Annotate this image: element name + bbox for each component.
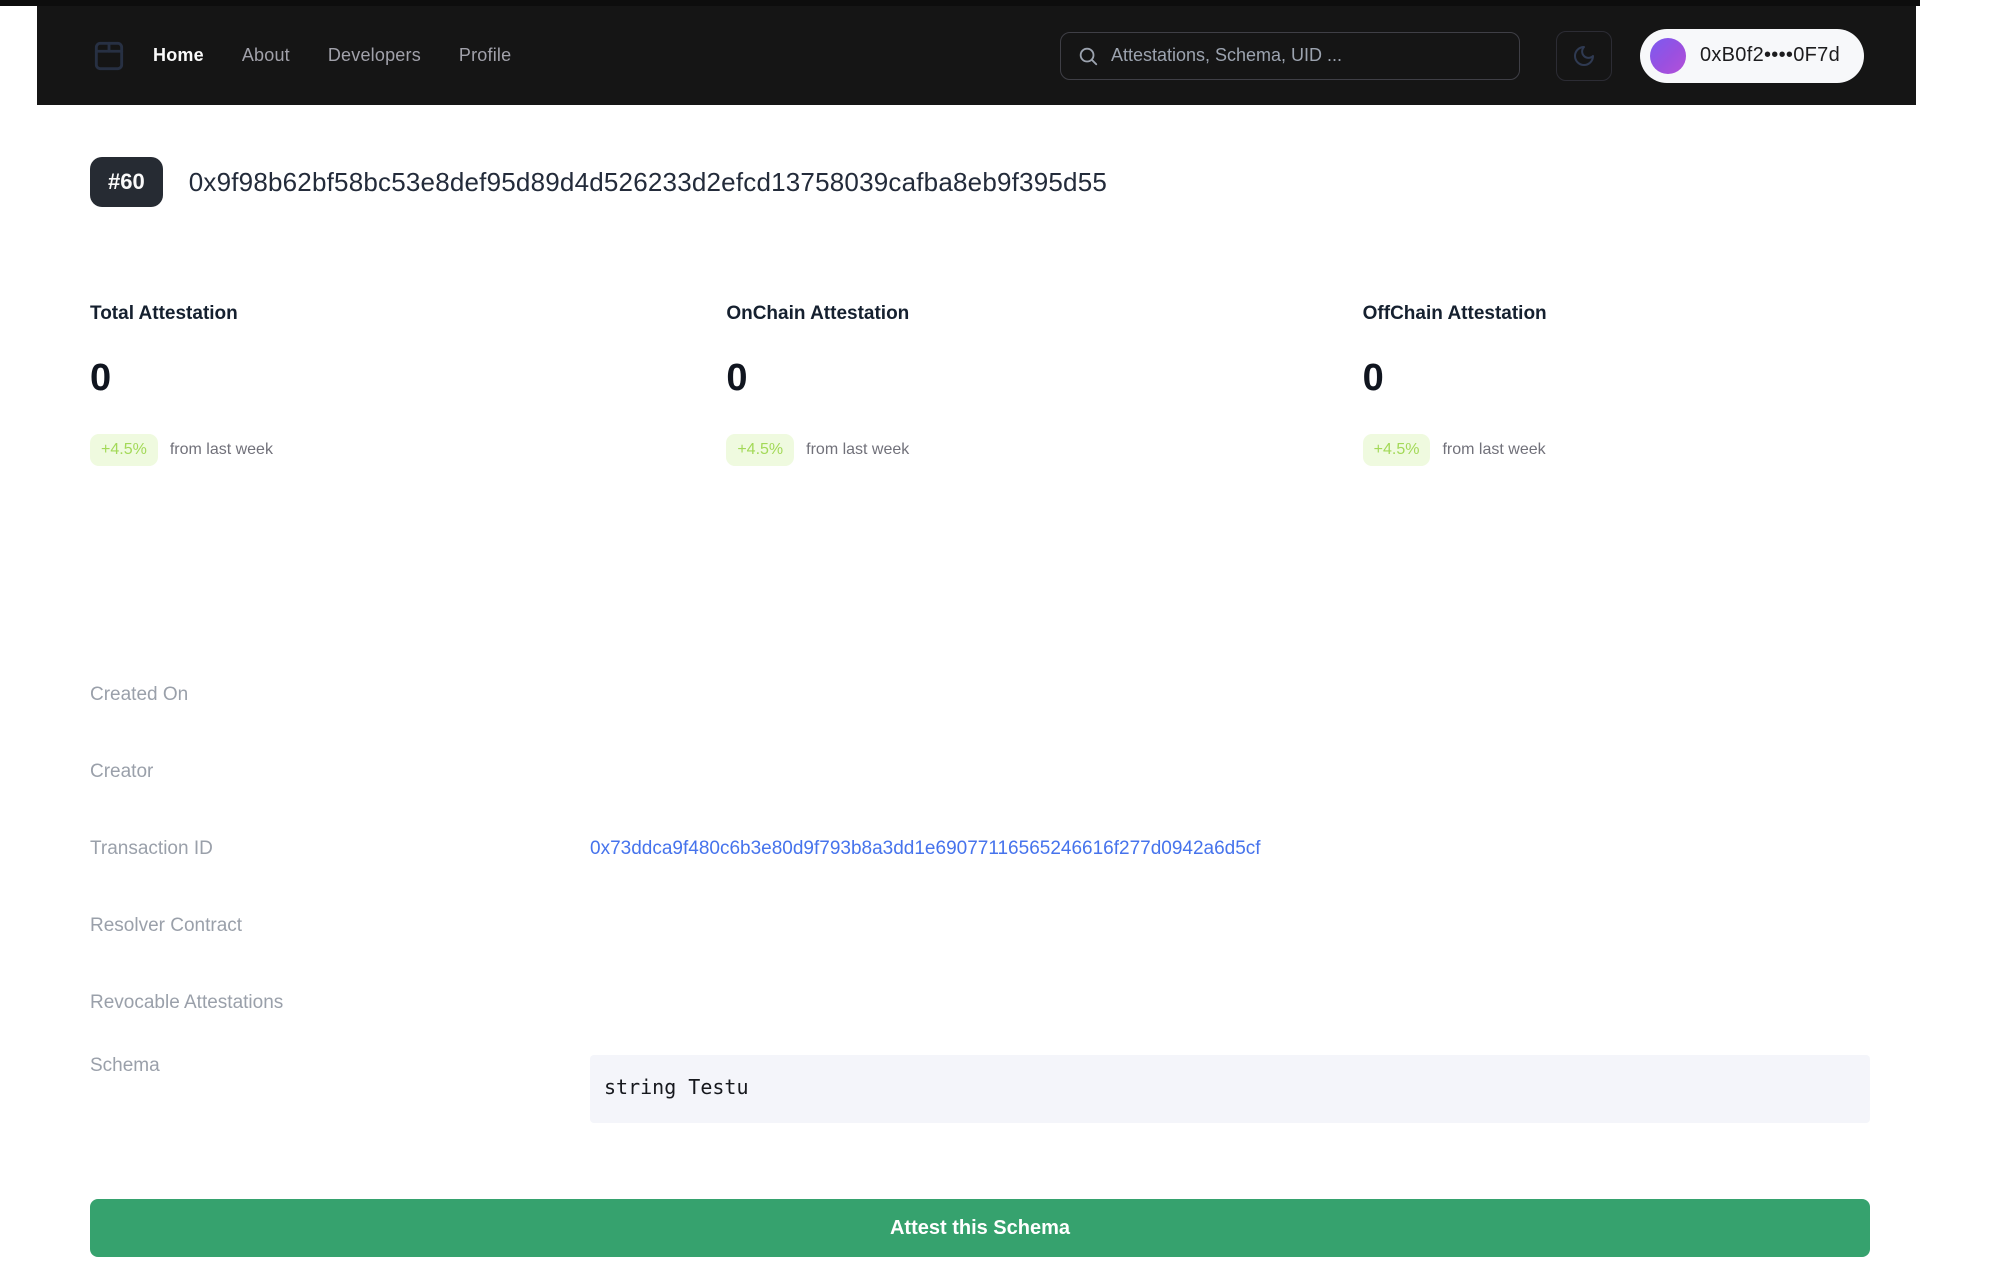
detail-row-transaction-id: Transaction ID 0x73ddca9f480c6b3e80d9f79… — [90, 810, 1999, 887]
detail-row-created-on: Created On — [90, 656, 1999, 733]
search-icon — [1077, 45, 1099, 67]
detail-label: Transaction ID — [90, 838, 590, 860]
detail-row-schema: Schema string Testu — [90, 1055, 1999, 1123]
schema-uid: 0x9f98b62bf58bc53e8def95d89d4d526233d2ef… — [189, 167, 1107, 198]
search-box[interactable] — [1060, 32, 1520, 80]
detail-label: Created On — [90, 684, 590, 706]
navbar: Home About Developers Profile 0xB0f2••••… — [37, 6, 1916, 105]
stat-value: 0 — [90, 357, 726, 400]
stat-title: OffChain Attestation — [1363, 303, 1999, 325]
stat-title: Total Attestation — [90, 303, 726, 325]
theme-toggle-button[interactable] — [1556, 31, 1612, 81]
detail-label: Schema — [90, 1055, 590, 1077]
schema-id-badge: #60 — [90, 157, 163, 207]
nav-item-profile[interactable]: Profile — [459, 45, 511, 66]
search-input[interactable] — [1111, 45, 1503, 66]
stat-delta-row: +4.5% from last week — [726, 434, 1362, 466]
transaction-id-link[interactable]: 0x73ddca9f480c6b3e80d9f793b8a3dd1e690771… — [590, 838, 1261, 860]
stat-card-onchain: OnChain Attestation 0 +4.5% from last we… — [726, 303, 1362, 466]
stat-delta-row: +4.5% from last week — [1363, 434, 1999, 466]
nav-links: Home About Developers Profile — [153, 45, 511, 66]
stat-card-offchain: OffChain Attestation 0 +4.5% from last w… — [1363, 303, 1999, 466]
detail-label: Creator — [90, 761, 590, 783]
delta-note: from last week — [806, 441, 909, 459]
stat-value: 0 — [1363, 357, 1999, 400]
attest-schema-button[interactable]: Attest this Schema — [90, 1199, 1870, 1257]
detail-row-creator: Creator — [90, 733, 1999, 810]
main-content: #60 0x9f98b62bf58bc53e8def95d89d4d526233… — [0, 157, 1999, 1257]
delta-note: from last week — [170, 441, 273, 459]
schema-header: #60 0x9f98b62bf58bc53e8def95d89d4d526233… — [90, 157, 1999, 207]
schema-code-block: string Testu — [590, 1055, 1870, 1123]
delta-note: from last week — [1442, 441, 1545, 459]
archive-box-icon — [90, 37, 128, 75]
wallet-avatar — [1650, 38, 1686, 74]
detail-row-resolver-contract: Resolver Contract — [90, 887, 1999, 964]
stat-value: 0 — [726, 357, 1362, 400]
brand-logo[interactable] — [89, 36, 129, 76]
stat-title: OnChain Attestation — [726, 303, 1362, 325]
stats-row: Total Attestation 0 +4.5% from last week… — [90, 303, 1999, 466]
wallet-address: 0xB0f2••••0F7d — [1700, 44, 1840, 67]
nav-item-home[interactable]: Home — [153, 45, 204, 66]
delta-badge: +4.5% — [90, 434, 158, 466]
delta-badge: +4.5% — [1363, 434, 1431, 466]
delta-badge: +4.5% — [726, 434, 794, 466]
detail-label: Revocable Attestations — [90, 992, 590, 1014]
details-section: Created On Creator Transaction ID 0x73dd… — [90, 656, 1999, 1123]
nav-item-about[interactable]: About — [242, 45, 290, 66]
detail-label: Resolver Contract — [90, 915, 590, 937]
nav-item-developers[interactable]: Developers — [328, 45, 421, 66]
stat-delta-row: +4.5% from last week — [90, 434, 726, 466]
stat-card-total: Total Attestation 0 +4.5% from last week — [90, 303, 726, 466]
moon-icon — [1572, 44, 1596, 68]
wallet-button[interactable]: 0xB0f2••••0F7d — [1640, 29, 1864, 83]
detail-row-revocable: Revocable Attestations — [90, 964, 1999, 1041]
